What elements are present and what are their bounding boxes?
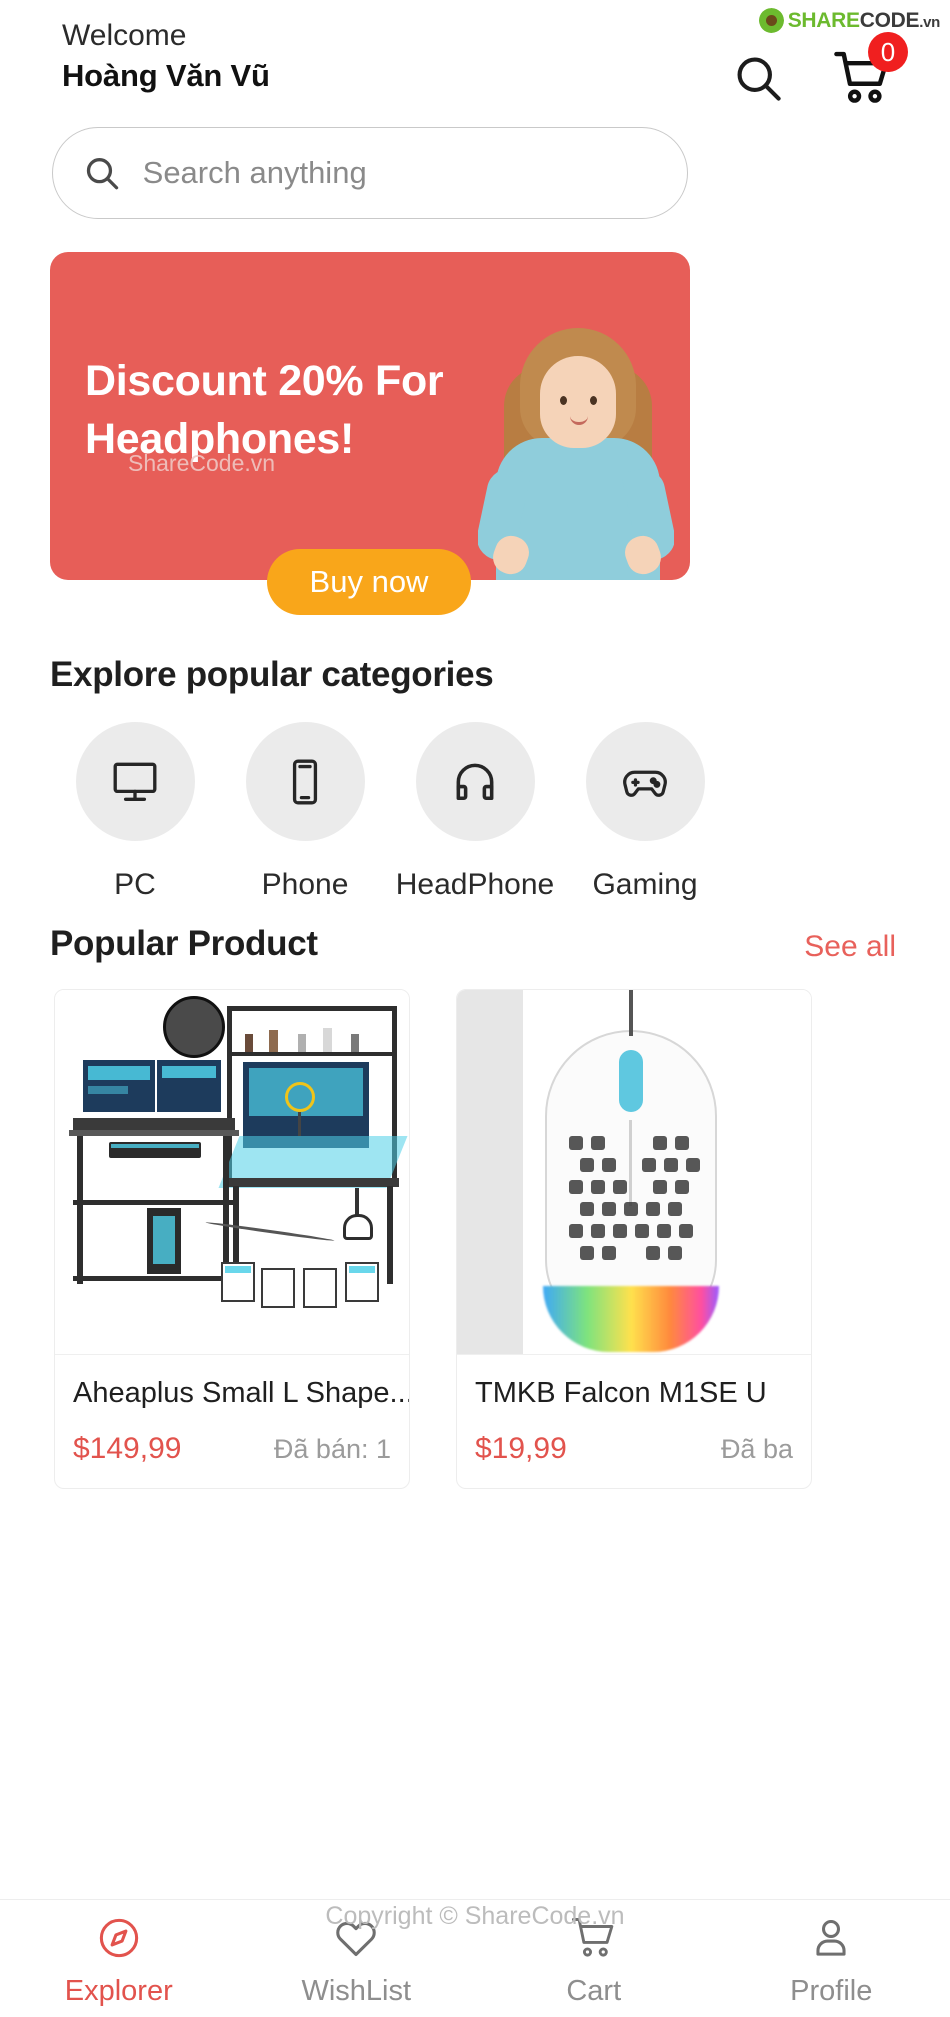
nav-label: Profile xyxy=(790,1975,873,2007)
category-label: HeadPhone xyxy=(395,868,555,901)
cart-count-badge: 0 xyxy=(868,32,908,72)
headphones-icon xyxy=(456,763,494,800)
product-sold-count: Đã ba xyxy=(720,1434,793,1464)
category-label: Gaming xyxy=(592,868,698,901)
product-name: Aheaplus Small L Shape... xyxy=(73,1377,409,1409)
see-all-button[interactable]: See all xyxy=(804,930,896,964)
search-input[interactable] xyxy=(142,155,657,191)
heart-icon xyxy=(336,1921,376,1957)
category-label: Phone xyxy=(261,868,349,901)
user-icon xyxy=(816,1919,846,1956)
category-item-pc[interactable]: PC xyxy=(50,722,220,902)
category-label: PC xyxy=(114,868,156,901)
product-price: $149,99 xyxy=(73,1432,182,1465)
search-bar[interactable] xyxy=(52,127,688,219)
cart-button[interactable]: 0 xyxy=(832,32,908,108)
bottom-navigation: Explorer WishList Cart Profile xyxy=(0,1899,950,2017)
category-list: PC Phone HeadPhone Gaming xyxy=(50,722,730,902)
product-card[interactable]: Aheaplus Small L Shape... $149,99 Đã bán… xyxy=(54,989,410,1489)
compass-icon xyxy=(99,1918,138,1958)
greeting-block: Welcome Hoàng Văn Vũ xyxy=(62,8,732,97)
product-meta: $19,99 Đã ba xyxy=(457,1410,811,1484)
search-icon xyxy=(86,158,119,190)
monitor-icon xyxy=(113,762,157,801)
header-actions: 0 xyxy=(732,8,908,108)
product-image-mouse xyxy=(457,990,811,1355)
product-sold-count: Đã bán: 1 xyxy=(273,1434,391,1464)
category-item-phone[interactable]: Phone xyxy=(220,722,390,902)
product-meta: $149,99 Đã bán: 1 xyxy=(55,1410,409,1484)
product-card[interactable]: TMKB Falcon M1SE U $19,99 Đã ba xyxy=(456,989,812,1489)
banner-title: Discount 20% For Headphones! xyxy=(85,357,444,464)
nav-label: Cart xyxy=(566,1975,622,2007)
category-icon-wrapper xyxy=(245,722,365,841)
popular-product-title: Popular Product xyxy=(50,924,318,963)
user-name: Hoàng Văn Vũ xyxy=(62,58,270,93)
gamepad-icon xyxy=(623,770,667,797)
category-icon-wrapper xyxy=(415,722,535,841)
categories-title: Explore popular categories xyxy=(50,655,494,694)
category-item-gaming[interactable]: Gaming xyxy=(560,722,730,902)
nav-item-explorer[interactable]: Explorer xyxy=(0,1909,238,2008)
nav-label: WishList xyxy=(301,1975,412,2007)
welcome-label: Welcome xyxy=(62,19,187,52)
product-list: Aheaplus Small L Shape... $149,99 Đã bán… xyxy=(54,989,950,1489)
nav-item-profile[interactable]: Profile xyxy=(713,1909,950,2008)
smartphone-icon xyxy=(292,759,318,804)
category-icon-wrapper xyxy=(75,722,195,841)
nav-item-wishlist[interactable]: WishList xyxy=(238,1909,476,2008)
promo-banner[interactable]: Discount 20% For Headphones! xyxy=(50,252,690,580)
app-header: Welcome Hoàng Văn Vũ 0 xyxy=(0,0,950,120)
search-button[interactable] xyxy=(732,52,784,104)
category-icon-wrapper xyxy=(585,722,705,841)
nav-label: Explorer xyxy=(64,1975,173,2007)
buy-now-button[interactable]: Buy now xyxy=(267,549,471,615)
product-name: TMKB Falcon M1SE U xyxy=(475,1377,767,1409)
cart-icon xyxy=(571,1918,614,1957)
product-price: $19,99 xyxy=(475,1432,567,1465)
category-item-headphone[interactable]: HeadPhone xyxy=(390,722,560,902)
banner-girl-illustration xyxy=(478,318,674,580)
product-image-desk xyxy=(55,990,409,1355)
nav-item-cart[interactable]: Cart xyxy=(475,1909,713,2008)
search-icon xyxy=(737,57,781,101)
